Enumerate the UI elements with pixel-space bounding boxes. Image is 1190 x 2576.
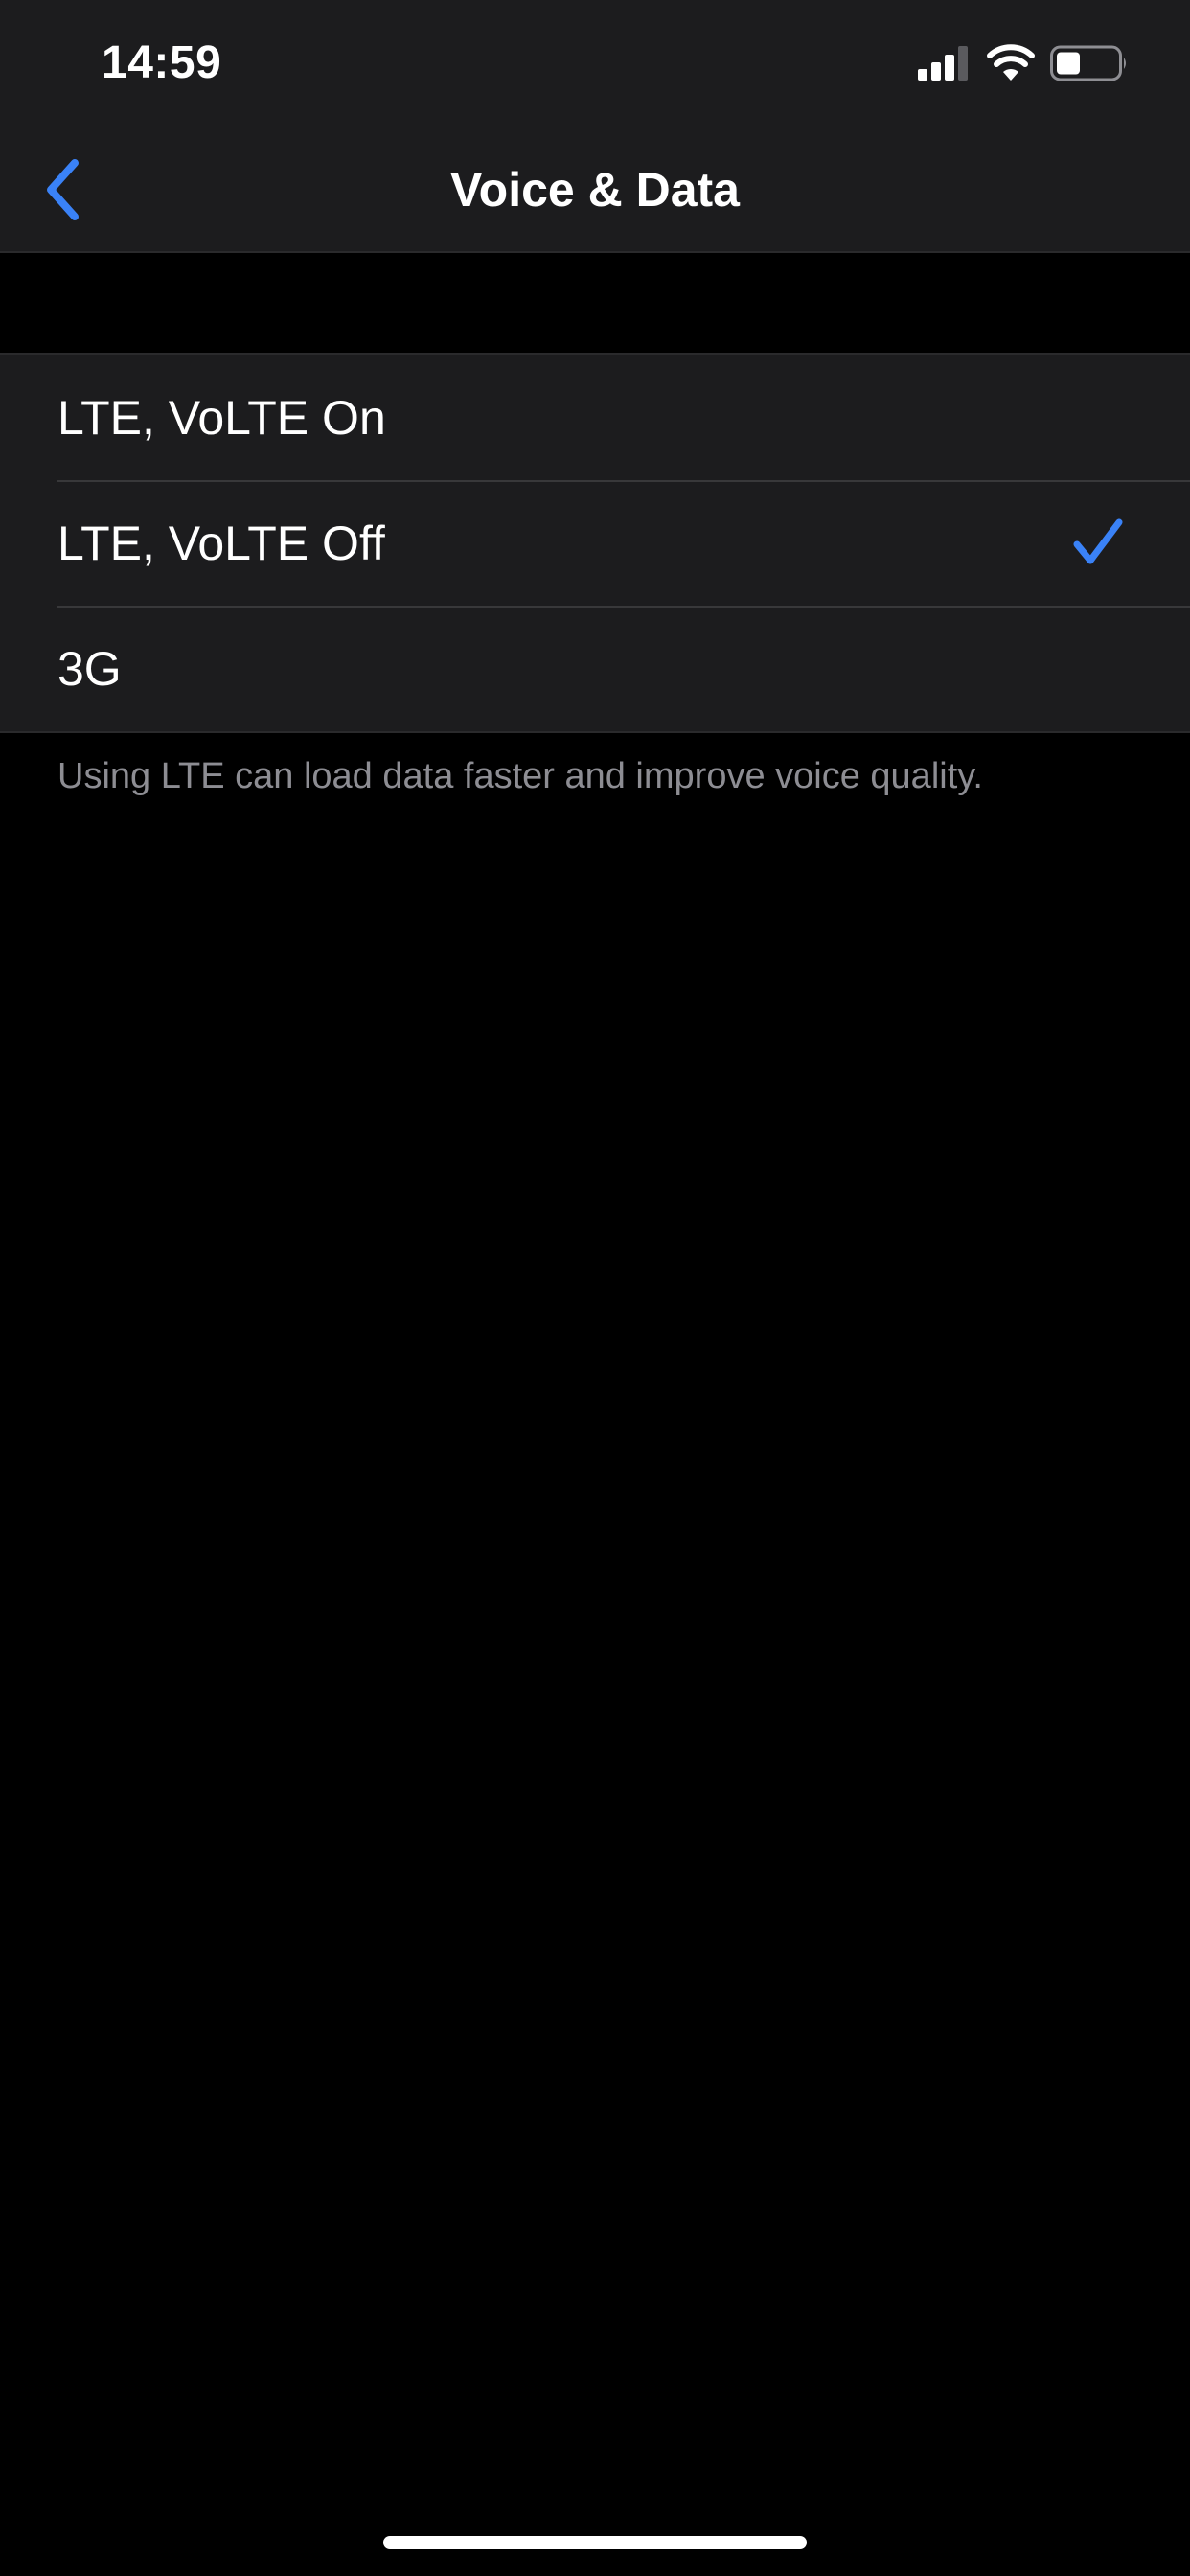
page-title: Voice & Data	[450, 163, 740, 217]
voice-data-options: LTE, VoLTE On LTE, VoLTE Off 3G	[0, 353, 1190, 733]
footer-note: Using LTE can load data faster and impro…	[57, 756, 983, 796]
status-time: 14:59	[102, 37, 222, 88]
option-label: LTE, VoLTE On	[57, 390, 386, 445]
battery-icon	[1050, 45, 1126, 81]
option-3g[interactable]: 3G	[0, 606, 1190, 731]
cellular-signal-icon	[918, 46, 968, 80]
wifi-icon	[987, 44, 1035, 80]
option-lte-volte-off[interactable]: LTE, VoLTE Off	[0, 480, 1190, 606]
navigation-bar: 14:59 Voice & Data	[0, 0, 1190, 253]
option-label: 3G	[57, 641, 122, 696]
option-lte-volte-on[interactable]: LTE, VoLTE On	[0, 355, 1190, 480]
option-label: LTE, VoLTE Off	[57, 516, 385, 570]
checkmark-icon	[1073, 518, 1123, 564]
home-indicator[interactable]	[383, 2536, 807, 2549]
